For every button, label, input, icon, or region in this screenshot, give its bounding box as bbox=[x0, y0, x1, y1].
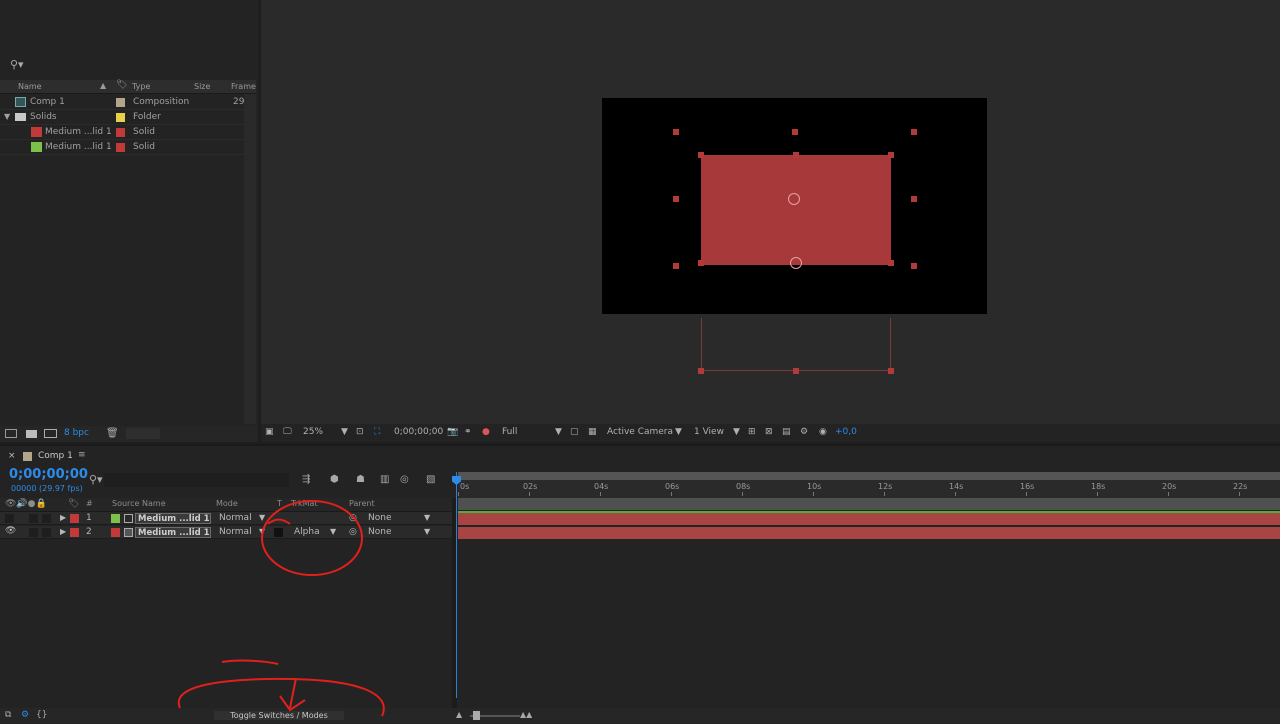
show-snapshot-icon[interactable]: ⚭ bbox=[464, 427, 472, 437]
project-item-name: Medium ...lid 1 bbox=[45, 127, 112, 137]
sort-arrow-icon[interactable]: ▲ bbox=[100, 81, 106, 90]
anchor-point-icon[interactable] bbox=[790, 257, 802, 269]
exposure-reset-icon[interactable]: ◉ bbox=[819, 427, 827, 437]
annotation-arrow-trkmat bbox=[267, 518, 291, 525]
project-item-name: Medium ...lid 1 bbox=[45, 142, 112, 152]
solid-color-icon bbox=[31, 127, 42, 137]
column-name[interactable]: Name bbox=[18, 82, 42, 91]
always-preview-icon[interactable]: ▣ bbox=[265, 427, 274, 437]
project-column-header: Name ▲ 🏷 Type Size Frame bbox=[0, 80, 256, 94]
project-panel: ⚲▾ Name ▲ 🏷 Type Size Frame Comp 1 Compo… bbox=[0, 0, 258, 442]
expand-arrow-icon[interactable]: ▼ bbox=[4, 112, 10, 121]
footer-field bbox=[126, 428, 160, 439]
resolution-value[interactable]: Full bbox=[502, 427, 517, 437]
project-scrollbar[interactable] bbox=[244, 94, 256, 424]
transform-handle[interactable] bbox=[911, 196, 917, 202]
monitor-icon[interactable]: 🖵 bbox=[283, 427, 292, 437]
zoom-value[interactable]: 25% bbox=[303, 427, 323, 437]
layer-handle[interactable] bbox=[888, 368, 894, 374]
solid-color-icon bbox=[31, 142, 42, 152]
column-frame[interactable]: Frame bbox=[231, 82, 256, 91]
annotation-overlay bbox=[177, 500, 385, 717]
snapshot-camera-icon[interactable]: 📷 bbox=[447, 427, 458, 437]
annotation-arrow-toggle bbox=[279, 677, 306, 712]
project-item-name: Comp 1 bbox=[30, 97, 65, 107]
camera-value[interactable]: Active Camera bbox=[607, 427, 673, 437]
label-swatch[interactable] bbox=[116, 98, 125, 107]
transform-handle[interactable] bbox=[673, 263, 679, 269]
flowchart-icon[interactable]: ⚙ bbox=[800, 427, 808, 437]
label-swatch[interactable] bbox=[116, 113, 125, 122]
fast-preview-icon[interactable]: ⊠ bbox=[765, 427, 773, 437]
exposure-value[interactable]: +0,0 bbox=[835, 427, 857, 437]
label-swatch[interactable] bbox=[116, 128, 125, 137]
composition-icon bbox=[15, 97, 26, 107]
transform-handle[interactable] bbox=[911, 129, 917, 135]
layer-handle[interactable] bbox=[698, 260, 704, 266]
project-item-frame: 29 bbox=[233, 97, 245, 107]
column-size[interactable]: Size bbox=[194, 82, 210, 91]
label-swatch[interactable] bbox=[116, 143, 125, 152]
layer-handle[interactable] bbox=[888, 152, 894, 158]
project-item-solid[interactable]: Medium ...lid 1 Solid bbox=[0, 140, 244, 155]
transform-handle[interactable] bbox=[911, 263, 917, 269]
transparency-grid-icon[interactable]: ▦ bbox=[588, 427, 597, 437]
interpret-footage-icon[interactable] bbox=[5, 429, 17, 438]
bit-depth-label[interactable]: 8 bpc bbox=[64, 428, 89, 438]
project-item-type: Solid bbox=[133, 127, 155, 137]
layer-handle[interactable] bbox=[793, 368, 799, 374]
offscreen-layer-outline[interactable] bbox=[701, 318, 891, 371]
project-item-type: Composition bbox=[133, 97, 190, 107]
layer-handle[interactable] bbox=[698, 152, 704, 158]
resolution-dropdown-icon[interactable]: ▼ bbox=[555, 427, 562, 437]
project-footer: 8 bpc 🗑 bbox=[0, 426, 258, 442]
project-item-type: Folder bbox=[133, 112, 161, 122]
project-item-type: Solid bbox=[133, 142, 155, 152]
mask-visibility-icon[interactable]: ⛶ bbox=[374, 427, 380, 437]
solid-layer-shape[interactable] bbox=[701, 155, 891, 265]
zoom-dropdown-icon[interactable]: ▼ bbox=[341, 427, 348, 437]
project-search[interactable]: ⚲▾ bbox=[4, 58, 252, 74]
transform-handle[interactable] bbox=[673, 129, 679, 135]
new-folder-icon[interactable] bbox=[26, 430, 37, 438]
title-safe-icon[interactable]: ⊡ bbox=[356, 427, 364, 437]
viewer-toolbar: ▣ 🖵 25% ▼ ⊡ ⛶ 0;00;00;00 📷 ⚭ ● Full ▼ ▢ … bbox=[261, 424, 1280, 442]
folder-icon bbox=[15, 113, 26, 121]
new-composition-icon[interactable] bbox=[44, 429, 57, 438]
camera-dropdown-icon[interactable]: ▼ bbox=[675, 427, 682, 437]
annotation-stroke-top bbox=[221, 659, 279, 665]
layer-handle[interactable] bbox=[888, 260, 894, 266]
transform-handle[interactable] bbox=[792, 129, 798, 135]
viewer-timecode[interactable]: 0;00;00;00 bbox=[394, 427, 443, 437]
composition-viewer[interactable]: ▣ 🖵 25% ▼ ⊡ ⛶ 0;00;00;00 📷 ⚭ ● Full ▼ ▢ … bbox=[261, 0, 1280, 442]
transform-handle[interactable] bbox=[673, 196, 679, 202]
layer-handle[interactable] bbox=[793, 152, 799, 158]
views-dropdown-icon[interactable]: ▼ bbox=[733, 427, 740, 437]
search-icon: ⚲▾ bbox=[10, 58, 24, 71]
anchor-point-icon[interactable] bbox=[788, 193, 800, 205]
channel-icon[interactable]: ● bbox=[482, 427, 490, 437]
toggle-pixel-icon[interactable]: ⊞ bbox=[748, 427, 756, 437]
column-type[interactable]: Type bbox=[132, 82, 150, 91]
timeline-icon[interactable]: ▤ bbox=[782, 427, 791, 437]
label-tag-icon[interactable]: 🏷 bbox=[116, 80, 127, 90]
layer-handle[interactable] bbox=[698, 368, 704, 374]
annotation-circle-trkmat bbox=[261, 500, 363, 576]
project-item-solid[interactable]: Medium ...lid 1 Solid bbox=[0, 125, 244, 140]
project-item-comp[interactable]: Comp 1 Composition 29 品 bbox=[0, 95, 253, 110]
region-of-interest-icon[interactable]: ▢ bbox=[570, 427, 579, 437]
project-item-name: Solids bbox=[30, 112, 57, 122]
timeline-panel: × Comp 1 ≡ 0;00;00;00 00000 (29.97 fps) … bbox=[0, 444, 1280, 724]
trash-icon[interactable]: 🗑 bbox=[106, 428, 119, 439]
project-item-folder[interactable]: ▼ Solids Folder bbox=[0, 110, 244, 125]
views-value[interactable]: 1 View bbox=[694, 427, 724, 437]
